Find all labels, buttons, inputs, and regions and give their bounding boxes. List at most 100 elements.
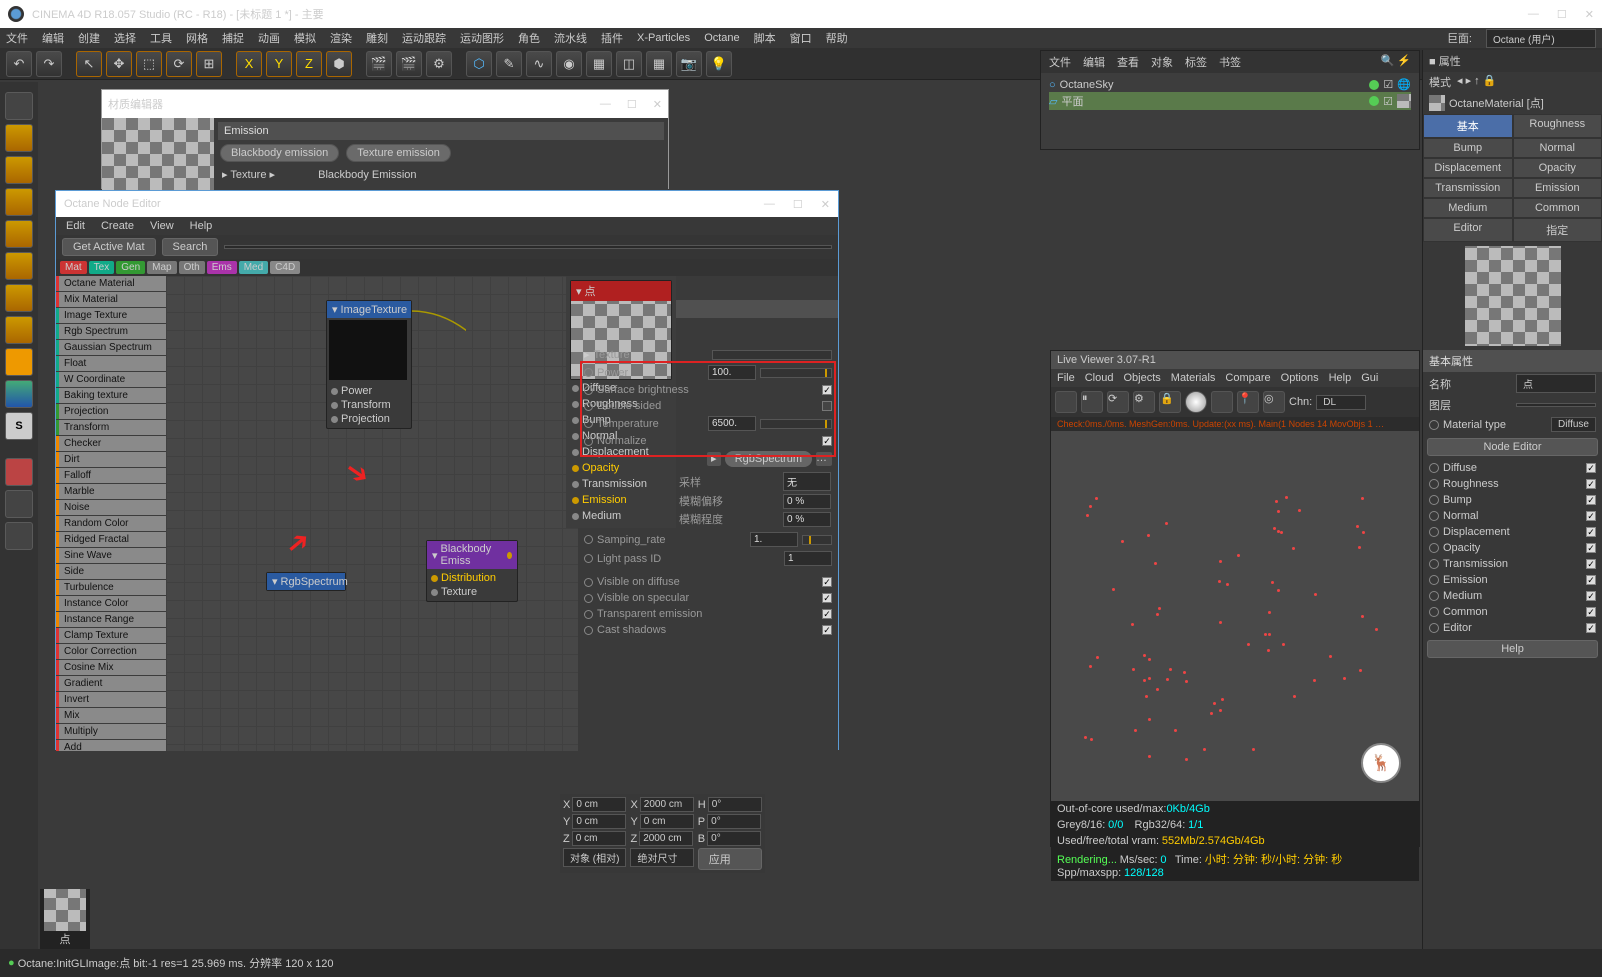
tab-common[interactable]: Common: [1513, 198, 1602, 218]
menu-item[interactable]: 创建: [78, 30, 100, 46]
render2-icon[interactable]: 🎬: [396, 51, 422, 77]
tab-normal[interactable]: Normal: [1513, 138, 1602, 158]
ltool[interactable]: [5, 348, 33, 376]
tab-disp[interactable]: Displacement: [1423, 158, 1513, 178]
node-type-item[interactable]: Clamp Texture: [56, 628, 166, 643]
lv-btn[interactable]: [1211, 391, 1233, 413]
attr-transmission[interactable]: Transmission✓: [1423, 556, 1602, 572]
select-icon[interactable]: ↖: [76, 51, 102, 77]
node-type-item[interactable]: Checker: [56, 436, 166, 451]
node-type-item[interactable]: Cosine Mix: [56, 660, 166, 675]
ntab[interactable]: Tex: [89, 261, 115, 274]
om-menu[interactable]: 文件: [1049, 54, 1071, 70]
reload-icon[interactable]: ⟳: [1107, 391, 1129, 413]
node-type-item[interactable]: Octane Material: [56, 276, 166, 291]
search-field[interactable]: [224, 245, 832, 249]
mat-input-transmission[interactable]: Transmission: [570, 476, 672, 492]
tab-emission[interactable]: Emission: [1513, 178, 1602, 198]
ltool[interactable]: [5, 220, 33, 248]
menu-item[interactable]: 插件: [601, 30, 623, 46]
lv-menu[interactable]: Cloud: [1085, 372, 1114, 384]
node-type-item[interactable]: Mix: [56, 708, 166, 723]
node-type-item[interactable]: Mix Material: [56, 292, 166, 307]
sphere-icon[interactable]: [1185, 391, 1207, 413]
menu-item[interactable]: 雕刻: [366, 30, 388, 46]
p-field[interactable]: [707, 814, 761, 829]
node-type-item[interactable]: Gradient: [56, 676, 166, 691]
close-icon[interactable]: ✕: [821, 198, 830, 211]
sz-field[interactable]: [639, 831, 693, 846]
menu-item[interactable]: 运动图形: [460, 30, 504, 46]
dist-more[interactable]: …: [816, 452, 832, 466]
nurbs-icon[interactable]: ◉: [556, 51, 582, 77]
menu-item[interactable]: 窗口: [790, 30, 812, 46]
menu-item[interactable]: 文件: [6, 30, 28, 46]
attr-opacity[interactable]: Opacity✓: [1423, 540, 1602, 556]
node-type-item[interactable]: Multiply: [56, 724, 166, 739]
mode-label[interactable]: 模式: [1429, 74, 1451, 90]
om-menu[interactable]: 对象: [1151, 54, 1173, 70]
node-type-item[interactable]: Transform: [56, 420, 166, 435]
node-type-item[interactable]: Instance Color: [56, 596, 166, 611]
menu-item[interactable]: 捕捉: [222, 30, 244, 46]
tab-trans[interactable]: Transmission: [1423, 178, 1513, 198]
sb-check[interactable]: ✓: [822, 385, 832, 395]
node-blackbody[interactable]: ▾ Blackbody Emiss Distribution Texture: [426, 540, 518, 602]
node-type-item[interactable]: Turbulence: [56, 580, 166, 595]
attr-medium[interactable]: Medium✓: [1423, 588, 1602, 604]
target-icon[interactable]: ◎: [1263, 391, 1285, 413]
ltool[interactable]: [5, 156, 33, 184]
lv-btn[interactable]: [1055, 391, 1077, 413]
node-graph[interactable]: ▾ ImageTexture Power Transform Projectio…: [166, 276, 578, 751]
temp-slider[interactable]: [760, 419, 832, 429]
node-type-item[interactable]: Side: [56, 564, 166, 579]
tab-medium[interactable]: Medium: [1423, 198, 1513, 218]
ltool[interactable]: [5, 188, 33, 216]
node-type-item[interactable]: Sine Wave: [56, 548, 166, 563]
mat-input-opacity[interactable]: Opacity: [570, 460, 672, 476]
menu-item[interactable]: 运动跟踪: [402, 30, 446, 46]
move-icon[interactable]: ✥: [106, 51, 132, 77]
node-type-item[interactable]: Invert: [56, 692, 166, 707]
attr-normal[interactable]: Normal✓: [1423, 508, 1602, 524]
tab-bump[interactable]: Bump: [1423, 138, 1513, 158]
close-button[interactable]: ✕: [1585, 8, 1594, 21]
attr-displacement[interactable]: Displacement✓: [1423, 524, 1602, 540]
tool-icon[interactable]: ⊞: [196, 51, 222, 77]
ltool[interactable]: [5, 380, 33, 408]
attr-roughness[interactable]: Roughness✓: [1423, 476, 1602, 492]
ltool[interactable]: [5, 284, 33, 312]
help-button[interactable]: Help: [1427, 640, 1598, 658]
ntab[interactable]: Ems: [207, 261, 237, 274]
lv-menu[interactable]: Help: [1329, 372, 1352, 384]
ltool[interactable]: [5, 522, 33, 550]
ntab[interactable]: Gen: [116, 261, 145, 274]
attr-bump[interactable]: Bump✓: [1423, 492, 1602, 508]
menu-item[interactable]: Octane: [704, 32, 739, 44]
node-editor-button[interactable]: Node Editor: [1427, 438, 1598, 456]
attr-common[interactable]: Common✓: [1423, 604, 1602, 620]
node-type-item[interactable]: Ridged Fractal: [56, 532, 166, 547]
coord-mode[interactable]: 对象 (相对): [563, 848, 626, 867]
cube-icon[interactable]: ⬡: [466, 51, 492, 77]
ds-check[interactable]: [822, 401, 832, 411]
menu-item[interactable]: 帮助: [826, 30, 848, 46]
lv-menu[interactable]: Objects: [1123, 372, 1160, 384]
norm-check[interactable]: ✓: [822, 436, 832, 446]
menu-item[interactable]: 渲染: [330, 30, 352, 46]
ltool[interactable]: [5, 124, 33, 152]
tab-roughness[interactable]: Roughness: [1513, 114, 1602, 138]
light-icon[interactable]: 💡: [706, 51, 732, 77]
spline-icon[interactable]: ∿: [526, 51, 552, 77]
search-button[interactable]: Search: [162, 238, 219, 256]
x-axis-icon[interactable]: X: [236, 51, 262, 77]
h-field[interactable]: [708, 797, 762, 812]
settings-icon[interactable]: ⚙: [426, 51, 452, 77]
ltool[interactable]: [5, 490, 33, 518]
chn-dropdown[interactable]: DL: [1316, 395, 1366, 410]
name-field[interactable]: 点: [1516, 374, 1596, 393]
rotate-icon[interactable]: ⟳: [166, 51, 192, 77]
menu-item[interactable]: 脚本: [754, 30, 776, 46]
layer-field[interactable]: [1516, 403, 1596, 407]
menu-item[interactable]: 角色: [518, 30, 540, 46]
